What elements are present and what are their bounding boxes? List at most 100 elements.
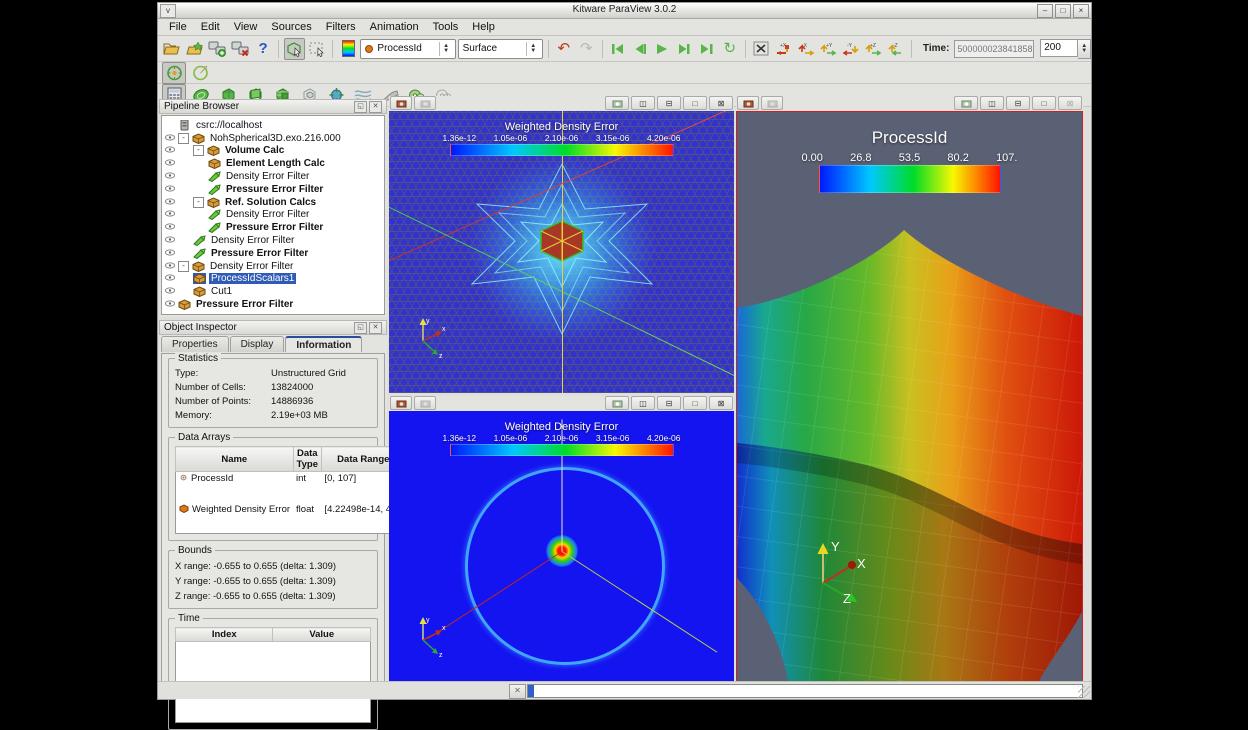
- view-camera-icon[interactable]: [605, 396, 629, 410]
- column-header[interactable]: Name: [176, 447, 294, 472]
- pipeline-tree[interactable]: csrc://localhost-NohSpherical3D.exo.216.…: [161, 115, 385, 315]
- split-vertical-icon[interactable]: ◫: [631, 96, 655, 110]
- view-camera-icon[interactable]: [954, 96, 978, 110]
- pipeline-item[interactable]: Pressure Error Filter: [162, 221, 384, 234]
- frame-spin-arrows-icon[interactable]: ▲▼: [1078, 39, 1091, 59]
- close-panel-icon[interactable]: ✕: [369, 322, 382, 334]
- split-horizontal-icon[interactable]: ⊟: [657, 96, 681, 110]
- menu-tools[interactable]: Tools: [426, 21, 466, 33]
- maximize-button[interactable]: □: [1055, 4, 1071, 18]
- data-array-row[interactable]: ProcessIdint[0, 107]: [176, 472, 411, 503]
- column-header[interactable]: Data Type: [293, 447, 321, 472]
- menu-file[interactable]: File: [162, 21, 194, 33]
- visibility-eye-icon[interactable]: [165, 299, 176, 310]
- render-viewport-mesh[interactable]: Weighted Density Error 1.36e-121.05e-062…: [389, 111, 734, 393]
- visibility-eye-icon[interactable]: [165, 222, 176, 233]
- lookmark-icon[interactable]: [761, 96, 783, 110]
- view-camera-icon[interactable]: [605, 96, 629, 110]
- float-panel-icon[interactable]: ◱: [354, 101, 367, 113]
- set-view-plus-y-button[interactable]: +Y: [818, 38, 838, 60]
- split-horizontal-icon[interactable]: ⊟: [657, 396, 681, 410]
- representation-combo[interactable]: Surface ▲▼: [458, 39, 543, 59]
- title-bar[interactable]: v Kitware ParaView 3.0.2 – □ ×: [158, 3, 1091, 19]
- visibility-eye-icon[interactable]: [165, 171, 176, 182]
- abort-icon[interactable]: ✕: [509, 684, 526, 699]
- resize-grip[interactable]: [1078, 686, 1090, 698]
- camera-link-icon[interactable]: [737, 96, 759, 110]
- pipeline-item[interactable]: ProcessIdScalars1: [162, 273, 384, 286]
- maximize-view-icon[interactable]: □: [1032, 96, 1056, 110]
- first-frame-button[interactable]: [607, 38, 627, 60]
- select-cells-button[interactable]: [284, 38, 304, 60]
- split-vertical-icon[interactable]: ◫: [980, 96, 1004, 110]
- minimize-button[interactable]: –: [1037, 4, 1053, 18]
- undo-button[interactable]: ↶: [554, 38, 574, 60]
- split-horizontal-icon[interactable]: ⊟: [1006, 96, 1030, 110]
- rubber-band-select-button[interactable]: [307, 38, 327, 60]
- pipeline-item[interactable]: Pressure Error Filter: [162, 247, 384, 260]
- lookmark-icon[interactable]: [414, 396, 436, 410]
- camera-link-icon[interactable]: [390, 96, 412, 110]
- visibility-eye-icon[interactable]: [165, 235, 176, 246]
- object-inspector-header[interactable]: Object Inspector ◱ ✕: [159, 320, 387, 335]
- reset-camera-button[interactable]: [751, 38, 771, 60]
- pipeline-item[interactable]: -Density Error Filter: [162, 260, 384, 273]
- visibility-eye-icon[interactable]: [165, 286, 176, 297]
- tab-properties[interactable]: Properties: [161, 336, 229, 352]
- time-value-field[interactable]: 500000023841858: [954, 40, 1034, 58]
- visibility-eye-icon[interactable]: [165, 158, 176, 169]
- tree-expander-icon[interactable]: -: [178, 261, 189, 272]
- previous-frame-button[interactable]: [630, 38, 650, 60]
- disconnect-server-button[interactable]: [230, 38, 251, 60]
- edit-color-map-button[interactable]: [338, 38, 358, 60]
- column-header[interactable]: Index: [176, 628, 273, 642]
- render-view-bottom[interactable]: ◫ ⊟ □ ⊠ Weighted Density Error 1.36e-121…: [389, 396, 734, 686]
- tree-expander-icon[interactable]: -: [193, 145, 204, 156]
- loop-button[interactable]: ↻: [720, 38, 740, 60]
- set-view-plus-z-button[interactable]: +Z: [863, 38, 883, 60]
- pipeline-item[interactable]: csrc://localhost: [162, 119, 384, 132]
- set-view-minus-x-button[interactable]: -X: [796, 38, 816, 60]
- frame-spinbox[interactable]: 200: [1040, 39, 1078, 57]
- close-view-icon[interactable]: ⊠: [709, 396, 733, 410]
- menu-sources[interactable]: Sources: [264, 21, 318, 33]
- maximize-view-icon[interactable]: □: [683, 96, 707, 110]
- camera-link-icon[interactable]: [390, 396, 412, 410]
- pipeline-item[interactable]: Pressure Error Filter: [162, 183, 384, 196]
- pipeline-item[interactable]: Cut1: [162, 285, 384, 298]
- tree-expander-icon[interactable]: -: [178, 133, 189, 144]
- tree-expander-icon[interactable]: -: [193, 197, 204, 208]
- pipeline-item[interactable]: -Volume Calc: [162, 145, 384, 158]
- render-viewport-error-field[interactable]: Weighted Density Error 1.36e-121.05e-062…: [389, 411, 734, 686]
- visibility-eye-icon[interactable]: [165, 184, 176, 195]
- menu-edit[interactable]: Edit: [194, 21, 227, 33]
- pipeline-item[interactable]: -NohSpherical3D.exo.216.000: [162, 132, 384, 145]
- float-panel-icon[interactable]: ◱: [354, 322, 367, 334]
- set-view-minus-y-button[interactable]: -Y: [841, 38, 861, 60]
- data-array-row[interactable]: Weighted Density Errorfloat[4.22498e-14,…: [176, 503, 411, 534]
- connect-server-button[interactable]: [207, 38, 228, 60]
- menu-animation[interactable]: Animation: [363, 21, 426, 33]
- tab-display[interactable]: Display: [230, 336, 285, 352]
- pipeline-item[interactable]: Density Error Filter: [162, 234, 384, 247]
- color-by-combo[interactable]: ProcessId ▲▼: [360, 39, 455, 59]
- time-table[interactable]: IndexValue: [175, 627, 371, 723]
- lookmark-icon[interactable]: [414, 96, 436, 110]
- close-view-icon[interactable]: ⊠: [1058, 96, 1082, 110]
- play-button[interactable]: [652, 38, 672, 60]
- last-frame-button[interactable]: [697, 38, 717, 60]
- menu-help[interactable]: Help: [465, 21, 502, 33]
- render-viewport-processid[interactable]: ProcessId 0.0026.853.580.2107. Y X Z: [736, 111, 1083, 686]
- visibility-eye-icon[interactable]: [165, 145, 176, 156]
- visibility-eye-icon[interactable]: [165, 261, 176, 272]
- maximize-view-icon[interactable]: □: [683, 396, 707, 410]
- menu-filters[interactable]: Filters: [319, 21, 363, 33]
- set-view-minus-z-button[interactable]: -Z: [886, 38, 906, 60]
- pipeline-item[interactable]: Density Error Filter: [162, 209, 384, 222]
- set-view-plus-x-button[interactable]: +X: [773, 38, 793, 60]
- visibility-eye-icon[interactable]: [165, 197, 176, 208]
- tab-information[interactable]: Information: [285, 336, 362, 352]
- show-center-axes-button[interactable]: [162, 62, 186, 84]
- render-view-right-active[interactable]: ◫ ⊟ □ ⊠: [736, 96, 1083, 686]
- pipeline-browser-header[interactable]: Pipeline Browser ◱ ✕: [159, 99, 387, 114]
